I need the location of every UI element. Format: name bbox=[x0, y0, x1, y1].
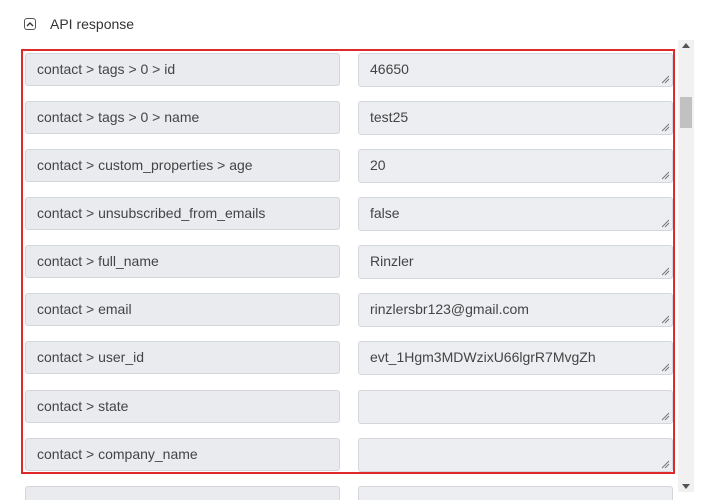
field-key[interactable]: contact > state bbox=[25, 390, 340, 423]
field-row: contact > tags > 0 > name test25 bbox=[0, 101, 678, 135]
resize-grip-icon[interactable] bbox=[661, 267, 670, 276]
field-value[interactable] bbox=[358, 486, 673, 500]
field-value[interactable] bbox=[358, 438, 673, 472]
resize-grip-icon[interactable] bbox=[661, 219, 670, 228]
chevron-up-icon[interactable] bbox=[24, 18, 36, 30]
field-value-text: 46650 bbox=[370, 61, 409, 77]
field-key[interactable]: contact > tags > 0 > name bbox=[25, 101, 340, 134]
field-value[interactable] bbox=[358, 390, 673, 424]
resize-grip-icon[interactable] bbox=[661, 315, 670, 324]
resize-grip-icon[interactable] bbox=[661, 363, 670, 372]
scroll-thumb[interactable] bbox=[680, 97, 692, 128]
field-key[interactable]: contact > email bbox=[25, 293, 340, 326]
field-row: contact > full_name Rinzler bbox=[0, 245, 678, 279]
field-row: contact > state bbox=[0, 390, 678, 424]
resize-grip-icon[interactable] bbox=[661, 123, 670, 132]
field-key[interactable]: contact > user_id bbox=[25, 341, 340, 374]
field-value[interactable]: test25 bbox=[358, 101, 673, 135]
field-value[interactable]: rinzlersbr123@gmail.com bbox=[358, 293, 673, 327]
field-value-text: false bbox=[370, 205, 400, 221]
section-header[interactable]: API response bbox=[24, 14, 134, 34]
field-value-text: rinzlersbr123@gmail.com bbox=[370, 301, 529, 317]
field-row: contact > user_id evt_1Hgm3MDWzixU66lgrR… bbox=[0, 341, 678, 375]
field-row: contact > tags > 0 > id 46650 bbox=[0, 53, 678, 87]
scroll-down-icon[interactable] bbox=[682, 484, 690, 489]
field-key[interactable]: contact > full_name bbox=[25, 245, 340, 278]
field-value[interactable]: Rinzler bbox=[358, 245, 673, 279]
resize-grip-icon[interactable] bbox=[661, 412, 670, 421]
field-value[interactable]: 20 bbox=[358, 149, 673, 183]
field-value-text: 20 bbox=[370, 157, 386, 173]
field-row bbox=[0, 486, 678, 500]
field-value[interactable]: false bbox=[358, 197, 673, 231]
field-value[interactable]: 46650 bbox=[358, 53, 673, 87]
field-key[interactable]: contact > tags > 0 > id bbox=[25, 53, 340, 86]
resize-grip-icon[interactable] bbox=[661, 171, 670, 180]
resize-grip-icon[interactable] bbox=[661, 75, 670, 84]
vertical-scrollbar[interactable] bbox=[678, 40, 694, 492]
field-key[interactable]: contact > custom_properties > age bbox=[25, 149, 340, 182]
field-key[interactable] bbox=[25, 486, 340, 500]
field-row: contact > custom_properties > age 20 bbox=[0, 149, 678, 183]
field-value-text: evt_1Hgm3MDWzixU66lgrR7MvgZh bbox=[370, 349, 596, 365]
api-response-panel: API response contact > tags > 0 > id 466… bbox=[0, 0, 726, 500]
section-title: API response bbox=[50, 16, 135, 32]
field-value[interactable]: evt_1Hgm3MDWzixU66lgrR7MvgZh bbox=[358, 341, 673, 375]
field-row: contact > company_name bbox=[0, 438, 678, 472]
field-value-text: test25 bbox=[370, 109, 409, 125]
field-value-text: Rinzler bbox=[370, 253, 414, 269]
scroll-up-icon[interactable] bbox=[682, 43, 690, 48]
field-key[interactable]: contact > company_name bbox=[25, 438, 340, 471]
field-key[interactable]: contact > unsubscribed_from_emails bbox=[25, 197, 340, 230]
response-fields-list: contact > tags > 0 > id 46650 contact > … bbox=[0, 40, 678, 500]
field-row: contact > email rinzlersbr123@gmail.com bbox=[0, 293, 678, 327]
resize-grip-icon[interactable] bbox=[661, 460, 670, 469]
field-row: contact > unsubscribed_from_emails false bbox=[0, 197, 678, 231]
